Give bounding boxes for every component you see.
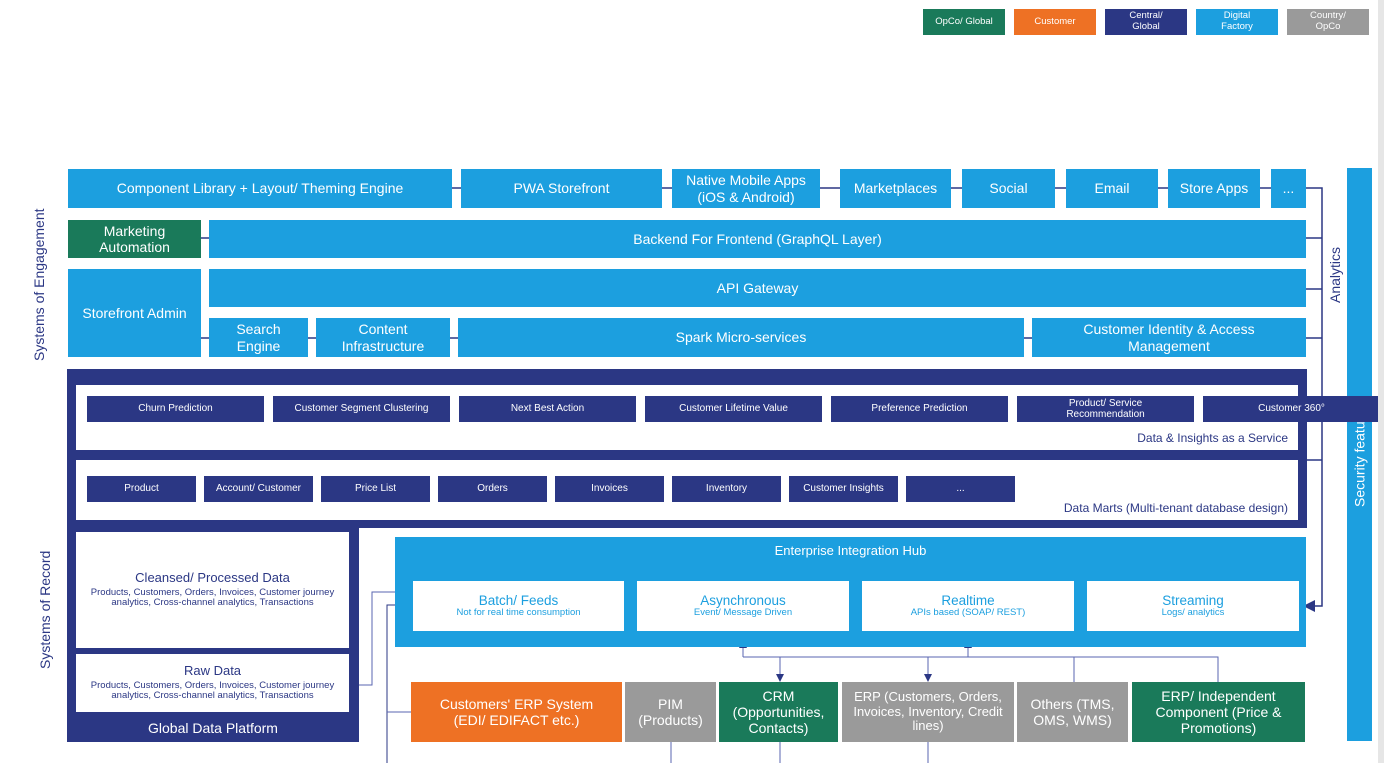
insight-item: Customer Lifetime Value	[645, 396, 822, 422]
systems-of-engagement-label: Systems of Engagement	[30, 208, 47, 362]
data-mart-item: Price List	[321, 476, 430, 502]
hub-mode-title: Asynchronous	[700, 592, 786, 608]
data-marts-title: Data Marts (Multi-tenant database design…	[1063, 501, 1288, 515]
insights-title: Data & Insights as a Service	[1137, 431, 1288, 445]
insight-item: Customer 360°	[1203, 396, 1380, 422]
cleansed-data-desc: Products, Customers, Orders, Invoices, C…	[90, 586, 335, 609]
api-gateway: API Gateway	[209, 269, 1306, 307]
backend-others: Others (TMS, OMS, WMS)	[1017, 682, 1128, 742]
hub-mode-asynchronous: Asynchronous Event/ Message Driven	[637, 581, 849, 631]
channel-more: ...	[1271, 169, 1306, 208]
systems-of-record-label: Systems of Record	[36, 550, 53, 670]
channel-pwa-storefront: PWA Storefront	[461, 169, 662, 208]
data-mart-item: Inventory	[672, 476, 781, 502]
backend-pim: PIM (Products)	[625, 682, 716, 742]
raw-data-title: Raw Data	[183, 662, 242, 678]
storefront-admin: Storefront Admin	[68, 269, 201, 357]
hub-mode-batch: Batch/ Feeds Not for real time consumpti…	[413, 581, 624, 631]
raw-data: Raw Data Products, Customers, Orders, In…	[76, 654, 349, 712]
content-infrastructure: Content Infrastructure	[316, 318, 450, 357]
hub-mode-streaming: Streaming Logs/ analytics	[1087, 581, 1299, 631]
channel-email: Email	[1066, 169, 1158, 208]
hub-mode-title: Realtime	[941, 592, 995, 608]
legend-label: OpCo/ Global	[935, 15, 993, 27]
channel-marketplaces: Marketplaces	[840, 169, 951, 208]
hub-mode-desc: Not for real time consumption	[456, 607, 581, 619]
insights-items: Churn Prediction Customer Segment Cluster…	[87, 396, 1384, 422]
channel-native-mobile-apps: Native Mobile Apps (iOS & Android)	[672, 169, 820, 208]
backend-crm: CRM (Opportunities, Contacts)	[719, 682, 838, 742]
cleansed-data: Cleansed/ Processed Data Products, Custo…	[76, 532, 349, 648]
legend-digital-factory: Digital Factory	[1196, 9, 1278, 35]
scrollbar[interactable]	[1378, 0, 1384, 763]
channel-social: Social	[962, 169, 1055, 208]
data-mart-item: Orders	[438, 476, 547, 502]
hub-mode-desc: Event/ Message Driven	[693, 607, 793, 619]
customer-identity-access-management: Customer Identity & Access Management	[1032, 318, 1306, 357]
spark-micro-services: Spark Micro-services	[458, 318, 1024, 357]
data-mart-item: Customer Insights	[789, 476, 898, 502]
backend-customers-erp: Customers' ERP System (EDI/ EDIFACT etc.…	[411, 682, 622, 742]
insight-item: Product/ Service Recommendation	[1017, 396, 1194, 422]
data-mart-item: Product	[87, 476, 196, 502]
analytics-label: Analytics	[1326, 246, 1343, 304]
cleansed-data-title: Cleansed/ Processed Data	[135, 569, 290, 585]
data-mart-item: Account/ Customer	[204, 476, 313, 502]
raw-data-desc: Products, Customers, Orders, Invoices, C…	[90, 679, 335, 702]
data-marts-items: Product Account/ Customer Price List Orders…	[87, 476, 1015, 502]
insight-item: Churn Prediction	[87, 396, 264, 422]
channel-store-apps: Store Apps	[1168, 169, 1260, 208]
backend-erp: ERP (Customers, Orders, Invoices, Invent…	[842, 682, 1014, 742]
legend-label: Country/ OpCo	[1310, 10, 1346, 32]
legend-central-global: Central/ Global	[1105, 9, 1187, 35]
insight-item: Customer Segment Clustering	[273, 396, 450, 422]
legend-label: Central/ Global	[1129, 10, 1163, 32]
global-data-platform-title: Global Data Platform	[148, 719, 278, 736]
data-mart-item: Invoices	[555, 476, 664, 502]
data-mart-item: ...	[906, 476, 1015, 502]
search-engine: Search Engine	[209, 318, 308, 357]
hub-mode-title: Batch/ Feeds	[478, 592, 559, 608]
hub-mode-realtime: Realtime APIs based (SOAP/ REST)	[862, 581, 1074, 631]
legend-customer: Customer	[1014, 9, 1096, 35]
integration-hub-title: Enterprise Integration Hub	[774, 542, 927, 558]
legend-label: Digital Factory	[1221, 10, 1253, 32]
legend-opco-global: OpCo/ Global	[923, 9, 1005, 35]
hub-mode-desc: APIs based (SOAP/ REST)	[910, 607, 1026, 619]
security-features-bar: Security features	[1347, 168, 1372, 741]
insight-item: Next Best Action	[459, 396, 636, 422]
backend-erp-independent-component: ERP/ Independent Component (Price & Prom…	[1132, 682, 1305, 742]
channel-component-library: Component Library + Layout/ Theming Engi…	[68, 169, 452, 208]
legend-country-opco: Country/ OpCo	[1287, 9, 1369, 35]
insight-item: Preference Prediction	[831, 396, 1008, 422]
hub-mode-title: Streaming	[1162, 592, 1224, 608]
marketing-automation: Marketing Automation	[68, 220, 201, 258]
hub-mode-desc: Logs/ analytics	[1161, 607, 1225, 619]
backend-for-frontend: Backend For Frontend (GraphQL Layer)	[209, 220, 1306, 258]
legend-label: Customer	[1034, 15, 1076, 27]
